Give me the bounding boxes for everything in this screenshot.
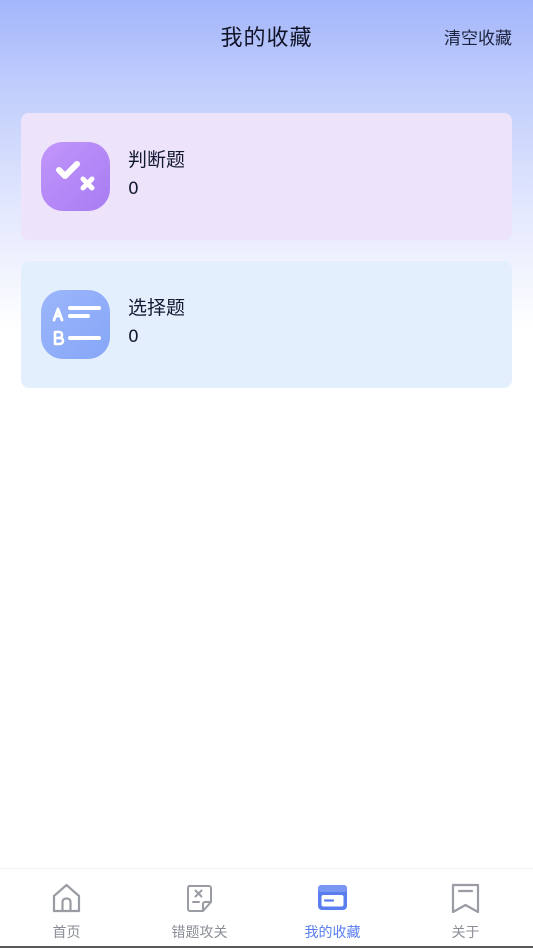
tab-home[interactable]: 首页 [0, 869, 133, 948]
tab-favorites[interactable]: 我的收藏 [266, 869, 399, 948]
card-count: 0 [128, 327, 139, 347]
tab-label: 关于 [451, 925, 480, 941]
card-title: 判断题 [128, 149, 186, 171]
tab-label: 我的收藏 [304, 925, 361, 941]
ab-choice-icon [41, 290, 110, 359]
check-cross-icon [41, 142, 110, 211]
multiple-choice-card[interactable]: 选择题 0 [21, 261, 512, 388]
card-title: 选择题 [128, 297, 186, 319]
tab-wrong-questions[interactable]: 错题攻关 [133, 869, 266, 948]
clear-favorites-button[interactable]: 清空收藏 [444, 24, 512, 49]
tab-label: 错题攻关 [171, 925, 228, 941]
home-icon [52, 883, 81, 913]
bookmark-icon [451, 883, 480, 914]
true-false-card[interactable]: 判断题 0 [21, 113, 512, 240]
tab-about[interactable]: 关于 [399, 869, 532, 948]
tab-label: 首页 [52, 925, 81, 941]
header: 我的收藏 清空收藏 [0, 0, 533, 70]
bottom-tab-bar: 首页 错题攻关 我的收藏 关于 [0, 868, 533, 948]
card-count: 0 [128, 179, 139, 199]
wrong-questions-icon [187, 885, 212, 912]
favorites-card-icon [318, 885, 347, 910]
